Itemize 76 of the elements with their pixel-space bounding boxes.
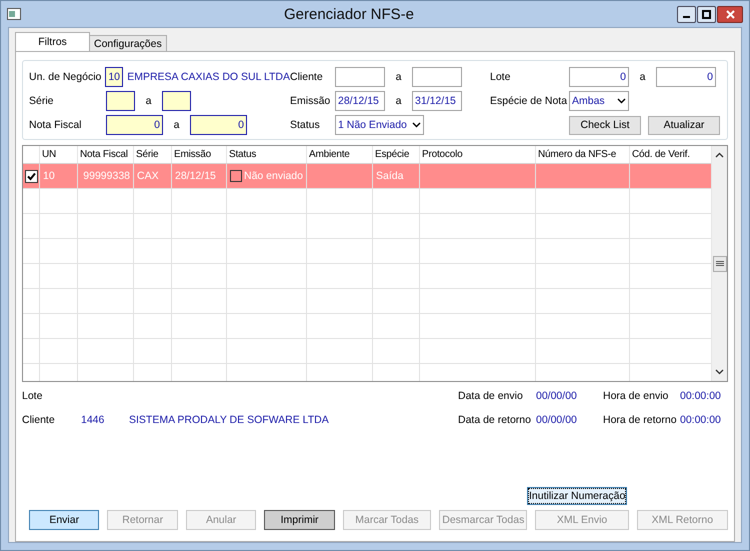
window-title: Gerenciador NFS-e bbox=[282, 6, 416, 22]
dropdown[interactable]: 1 Não Enviado bbox=[335, 115, 424, 135]
input-field[interactable]: 0 bbox=[106, 115, 163, 135]
field-label: Cliente bbox=[22, 414, 56, 426]
range-separator: a bbox=[144, 95, 152, 107]
scroll-down-icon[interactable] bbox=[715, 369, 724, 375]
table-cell: Saída bbox=[373, 164, 420, 188]
input-field[interactable] bbox=[412, 67, 462, 87]
button[interactable]: Imprimir bbox=[264, 510, 335, 530]
range-separator: a bbox=[394, 95, 402, 107]
table-cell: 99999338 bbox=[78, 164, 134, 188]
tab[interactable]: Configurações bbox=[89, 35, 167, 51]
maximize-button[interactable] bbox=[697, 6, 716, 22]
chevron-down-icon bbox=[617, 98, 626, 104]
range-separator: a bbox=[638, 71, 646, 83]
button[interactable]: Atualizar bbox=[648, 116, 720, 134]
maximize-icon bbox=[702, 10, 711, 18]
table-cell: 28/12/15 bbox=[172, 164, 227, 188]
client-code: 1446 bbox=[81, 414, 106, 426]
field-label: Status bbox=[290, 119, 321, 131]
field-label: Data de envio bbox=[458, 390, 524, 402]
close-icon bbox=[726, 10, 734, 18]
company-name: EMPRESA CAXIAS DO SUL LTDA bbox=[127, 71, 290, 83]
table-cell: 10 bbox=[40, 164, 78, 188]
scrollbar[interactable] bbox=[711, 146, 727, 381]
input-field[interactable]: 10 bbox=[105, 67, 124, 87]
scroll-up-icon[interactable] bbox=[715, 152, 724, 158]
column-header[interactable]: Status bbox=[227, 146, 307, 163]
column-header[interactable]: Série bbox=[134, 146, 172, 163]
close-button[interactable] bbox=[717, 6, 743, 22]
field-label: Emissão bbox=[290, 95, 332, 107]
field-label: Lote bbox=[490, 71, 512, 83]
time-value: 00:00:00 bbox=[680, 390, 721, 402]
column-header[interactable]: Protocolo bbox=[420, 146, 536, 163]
field-label: Lote bbox=[22, 390, 44, 402]
column-header[interactable]: Nota Fiscal bbox=[78, 146, 134, 163]
range-separator: a bbox=[172, 119, 180, 131]
time-value: 00:00:00 bbox=[680, 414, 721, 426]
input-field[interactable]: 31/12/15 bbox=[412, 91, 462, 111]
date-value: 00/00/00 bbox=[536, 414, 578, 426]
client-name: SISTEMA PRODALY DE SOFWARE LTDA bbox=[129, 414, 329, 426]
input-field[interactable]: 0 bbox=[190, 115, 247, 135]
window-icon bbox=[7, 8, 21, 20]
dropdown[interactable]: Ambas bbox=[569, 91, 629, 111]
field-label: Hora de envio bbox=[603, 390, 670, 402]
column-header[interactable]: UN bbox=[40, 146, 78, 163]
field-label: Data de retorno bbox=[458, 414, 532, 426]
scroll-thumb[interactable] bbox=[712, 256, 726, 272]
minimize-icon bbox=[683, 16, 690, 18]
column-header[interactable]: Emissão bbox=[172, 146, 227, 163]
input-field[interactable]: 0 bbox=[569, 67, 629, 87]
table-cell: CAX bbox=[134, 164, 172, 188]
range-separator: a bbox=[394, 71, 402, 83]
input-field[interactable]: 28/12/15 bbox=[335, 91, 385, 111]
checkbox[interactable] bbox=[24, 170, 38, 182]
chevron-down-icon bbox=[412, 122, 421, 128]
table-cell: Não enviado bbox=[244, 170, 303, 182]
field-label: Un. de Negócio bbox=[29, 71, 102, 83]
field-label: Hora de retorno bbox=[603, 414, 678, 426]
tab[interactable]: Filtros bbox=[15, 32, 90, 51]
field-label: Cliente bbox=[290, 71, 324, 83]
button[interactable]: Check List bbox=[569, 116, 641, 134]
field-label: Nota Fiscal bbox=[29, 119, 83, 131]
input-field[interactable] bbox=[335, 67, 385, 87]
input-field[interactable]: 0 bbox=[656, 67, 716, 87]
date-value: 00/00/00 bbox=[536, 390, 578, 402]
column-header[interactable]: Espécie bbox=[373, 146, 420, 163]
minimize-button[interactable] bbox=[677, 6, 696, 22]
button[interactable]: Inutilizar Numeração bbox=[527, 487, 628, 505]
input-field[interactable] bbox=[162, 91, 191, 111]
column-header[interactable]: Ambiente bbox=[307, 146, 373, 163]
column-header[interactable]: Número da NFS-e bbox=[536, 146, 630, 163]
button[interactable]: Enviar bbox=[29, 510, 100, 530]
input-field[interactable] bbox=[106, 91, 135, 111]
field-label: Série bbox=[29, 95, 55, 107]
field-label: Espécie de Nota bbox=[490, 95, 568, 107]
